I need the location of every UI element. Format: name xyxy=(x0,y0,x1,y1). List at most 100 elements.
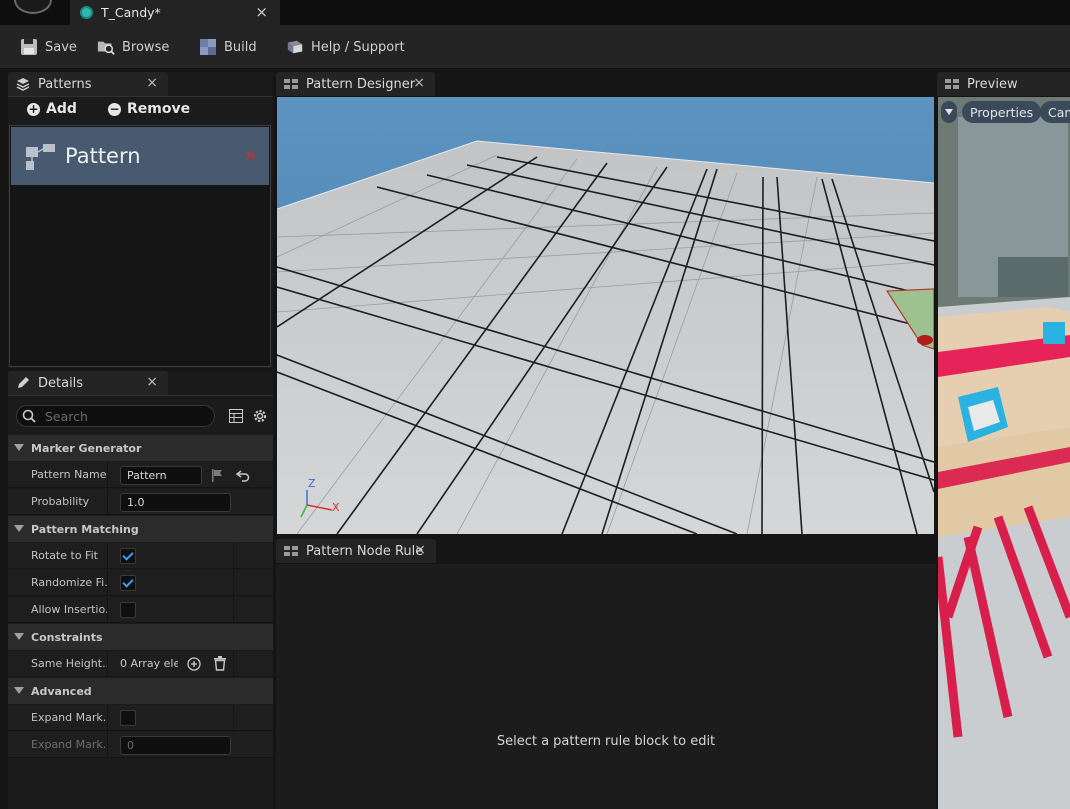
viewport-scene xyxy=(277,97,934,534)
property-expand-marker-value: Expand Mark... 0 xyxy=(8,732,273,758)
pencil-icon xyxy=(18,377,29,388)
viewport-options-dropdown[interactable] xyxy=(941,101,957,123)
preview-viewport[interactable]: Properties Cam xyxy=(938,97,1070,809)
details-panel-title: Details xyxy=(38,375,84,391)
property-label: Randomize Fi... xyxy=(31,576,107,589)
preview-tab[interactable]: Preview xyxy=(937,72,1070,96)
expand-marker-checkbox[interactable] xyxy=(120,710,136,726)
property-randomize-fit: Randomize Fi... xyxy=(8,570,273,596)
asset-icon xyxy=(80,6,93,19)
title-bar: T_Candy* × xyxy=(0,0,1070,25)
patterns-panel-body: + Add − Remove Pattern ✕ xyxy=(8,96,273,368)
panel-grid-icon xyxy=(284,546,298,556)
save-label: Save xyxy=(45,39,77,55)
add-element-icon[interactable] xyxy=(187,657,201,671)
property-label: Expand Mark... xyxy=(31,711,107,724)
pattern-designer-viewport[interactable]: Z X xyxy=(277,97,934,534)
patterns-panel: Patterns × + Add − Remove Pattern ✕ xyxy=(8,72,273,368)
category-label: Advanced xyxy=(31,684,92,698)
category-label: Marker Generator xyxy=(31,441,142,455)
randomize-fit-checkbox[interactable] xyxy=(120,575,136,591)
close-panel-icon[interactable]: × xyxy=(146,374,158,390)
close-panel-icon[interactable]: × xyxy=(146,75,158,91)
layers-icon xyxy=(16,78,30,91)
chevron-down-icon xyxy=(945,109,953,115)
details-panel: Details × Search Marker Generator Patter… xyxy=(8,371,273,809)
probability-input[interactable]: 1.0 xyxy=(120,493,231,512)
help-support-label: Help / Support xyxy=(311,39,405,55)
property-allow-insertion: Allow Insertio... xyxy=(8,597,273,623)
main-toolbar: Save Browse Build Help / Support xyxy=(0,25,1070,69)
add-label: Add xyxy=(46,101,77,117)
property-label: Expand Mark... xyxy=(31,738,107,751)
expand-marker-input: 0 xyxy=(120,736,231,755)
close-tab-icon[interactable]: × xyxy=(255,3,268,21)
property-expand-marker: Expand Mark... xyxy=(8,705,273,731)
reset-arrow-icon[interactable] xyxy=(236,468,250,482)
remove-label: Remove xyxy=(127,101,191,117)
pattern-designer-tab[interactable]: Pattern Designer × xyxy=(276,72,435,96)
empty-state-message: Select a pattern rule block to edit xyxy=(496,734,716,749)
category-advanced[interactable]: Advanced xyxy=(8,678,273,704)
property-label: Probability xyxy=(31,495,90,508)
help-book-icon xyxy=(287,40,303,54)
preview-title: Preview xyxy=(967,76,1018,92)
pattern-list-item[interactable]: Pattern ✕ xyxy=(11,127,269,185)
table-view-icon[interactable] xyxy=(229,409,243,423)
category-label: Constraints xyxy=(31,630,103,644)
pattern-node-icon xyxy=(26,144,55,170)
build-button[interactable]: Build xyxy=(199,33,257,61)
details-panel-body: Search Marker Generator Pattern Name Pat… xyxy=(8,395,273,809)
save-button[interactable]: Save xyxy=(20,33,77,61)
trash-icon[interactable] xyxy=(213,656,227,671)
axis-x-label: X xyxy=(332,501,340,514)
delete-pattern-icon[interactable]: ✕ xyxy=(244,147,257,165)
property-label: Allow Insertio... xyxy=(31,603,107,616)
build-icon xyxy=(200,39,216,55)
patterns-panel-title: Patterns xyxy=(38,76,92,92)
details-panel-tab[interactable]: Details × xyxy=(8,371,168,395)
details-search-input[interactable]: Search xyxy=(16,405,215,427)
property-same-height: Same Height... 0 Array eler xyxy=(8,651,273,677)
property-label: Pattern Name xyxy=(31,468,107,481)
search-icon xyxy=(22,409,36,423)
property-label: Rotate to Fit xyxy=(31,549,98,562)
panel-grid-icon xyxy=(945,79,959,89)
property-label: Same Height... xyxy=(31,657,107,670)
collapse-arrow-icon xyxy=(14,687,24,694)
close-panel-icon[interactable]: × xyxy=(414,542,426,558)
pattern-node-rule-title: Pattern Node Rule xyxy=(306,543,424,559)
category-marker-generator[interactable]: Marker Generator xyxy=(8,435,273,461)
add-pattern-button[interactable]: + Add xyxy=(27,101,77,117)
property-probability: Probability 1.0 xyxy=(8,489,273,515)
search-placeholder: Search xyxy=(45,408,88,424)
document-tab-title: T_Candy* xyxy=(101,5,161,20)
rotate-to-fit-checkbox[interactable] xyxy=(120,548,136,564)
flag-icon[interactable] xyxy=(210,468,224,482)
pattern-item-label: Pattern xyxy=(65,144,141,168)
collapse-arrow-icon xyxy=(14,525,24,532)
remove-pattern-button[interactable]: − Remove xyxy=(108,101,190,117)
camera-button[interactable]: Cam xyxy=(1040,101,1070,123)
pattern-node-rule-body: Select a pattern rule block to edit xyxy=(276,564,936,809)
category-constraints[interactable]: Constraints xyxy=(8,624,273,650)
document-tab[interactable]: T_Candy* × xyxy=(70,0,280,25)
close-panel-icon[interactable]: × xyxy=(413,75,425,91)
allow-insertion-checkbox[interactable] xyxy=(120,602,136,618)
pattern-designer-title: Pattern Designer xyxy=(306,76,416,92)
pattern-node-rule-tab[interactable]: Pattern Node Rule × xyxy=(276,539,436,563)
gear-icon[interactable] xyxy=(252,408,268,424)
collapse-arrow-icon xyxy=(14,444,24,451)
category-label: Pattern Matching xyxy=(31,522,139,536)
help-support-button[interactable]: Help / Support xyxy=(286,33,405,61)
app-logo-icon[interactable] xyxy=(14,0,52,14)
preview-scene xyxy=(938,97,1070,809)
properties-button[interactable]: Properties xyxy=(962,101,1042,123)
category-pattern-matching[interactable]: Pattern Matching xyxy=(8,516,273,542)
browse-label: Browse xyxy=(122,39,170,55)
property-rotate-to-fit: Rotate to Fit xyxy=(8,543,273,569)
browse-button[interactable]: Browse xyxy=(97,33,169,61)
pattern-list: Pattern ✕ xyxy=(9,125,271,367)
patterns-panel-tab[interactable]: Patterns × xyxy=(8,72,168,96)
pattern-name-input[interactable]: Pattern xyxy=(120,466,202,485)
